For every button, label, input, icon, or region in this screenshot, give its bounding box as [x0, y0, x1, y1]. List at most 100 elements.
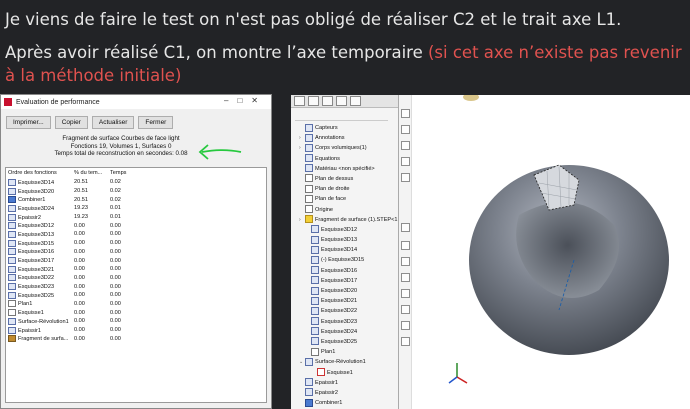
feature-name-cell: Esquisse3D22 — [6, 274, 72, 283]
plane-icon — [8, 309, 16, 317]
tree-filter[interactable] — [295, 110, 388, 121]
table-row[interactable]: Esquisse3D13 0.00 0.00 — [6, 230, 128, 239]
tab-display-manager[interactable] — [350, 96, 361, 106]
table-row[interactable]: Esquisse3D22 0.00 0.00 — [6, 274, 128, 283]
heads-up-toolbar-icon[interactable] — [463, 95, 479, 101]
time-cell: 0.00 — [110, 248, 121, 255]
tree-item[interactable]: ⌄ Surface-Révolution1 — [291, 357, 398, 367]
tree-item[interactable]: Esquisse3D24 — [291, 327, 398, 337]
feature-name-cell: Esquisse3D13 — [6, 230, 72, 239]
tree-item[interactable]: Plan1 — [291, 347, 398, 357]
column-header[interactable]: Ordre des fonctions — [6, 168, 72, 178]
model-viewport[interactable] — [399, 95, 690, 409]
tree-item[interactable]: Epaissir2 — [291, 388, 398, 398]
close-button[interactable]: Fermer — [138, 116, 174, 129]
feature-name: Fragment de surfa... — [18, 336, 69, 343]
print-button[interactable]: Imprimer... — [6, 116, 51, 129]
tree-item[interactable]: Esquisse3D12 — [291, 225, 398, 235]
table-row[interactable]: Combiner1 20.51 0.02 — [6, 195, 128, 204]
feature-name-cell: Epaissir2 — [6, 213, 72, 222]
tree-item[interactable]: Epaissir1 — [291, 378, 398, 388]
tree-item-label: Annotations — [315, 135, 345, 142]
feature-time-list[interactable]: Ordre des fonctions % du tem... Temps Es… — [5, 167, 267, 403]
tree-item[interactable]: Equations — [291, 154, 398, 164]
tab-configurationmanager[interactable] — [322, 96, 333, 106]
tree-item[interactable]: Esquisse3D21 — [291, 296, 398, 306]
feature-name-cell: Esquisse3D21 — [6, 265, 72, 274]
feature-name-cell: Esquisse3D12 — [6, 221, 72, 230]
tree-item[interactable]: Plan de face — [291, 194, 398, 204]
tab-propertymanager[interactable] — [308, 96, 319, 106]
tab-featuremanager[interactable] — [294, 96, 305, 106]
sketch-icon — [8, 239, 16, 247]
feature-name: Esquisse3D13 — [18, 231, 55, 238]
graphics-area[interactable] — [399, 95, 690, 409]
tab-dimxpert[interactable] — [336, 96, 347, 106]
table-row[interactable]: Plan1 0.00 0.00 — [6, 300, 128, 309]
tree-item[interactable]: Esquisse3D14 — [291, 245, 398, 255]
window-controls[interactable]: –□✕ — [224, 96, 267, 105]
tree-item[interactable]: Esquisse3D13 — [291, 235, 398, 245]
feature-name: Epaissir1 — [18, 327, 42, 334]
table-row[interactable]: Esquisse3D15 0.00 0.00 — [6, 239, 128, 248]
copy-button[interactable]: Copier — [54, 116, 88, 129]
tree-item-label: Esquisse3D23 — [321, 318, 358, 325]
percent-cell: 0.00 — [74, 266, 85, 273]
table-row[interactable]: Esquisse1 0.00 0.00 — [6, 308, 128, 317]
tree-item-label: Esquisse3D16 — [321, 267, 358, 274]
tree-item[interactable]: Esquisse3D20 — [291, 286, 398, 296]
sketch-icon — [311, 296, 319, 305]
tree-item-label: Epaissir2 — [315, 389, 339, 396]
percent-cell: 20.51 — [74, 179, 88, 186]
tree-item[interactable]: Capteurs — [291, 123, 398, 133]
sketch-icon — [311, 276, 319, 285]
manager-tabs — [291, 95, 398, 108]
time-cell: 0.00 — [110, 257, 121, 264]
table-row[interactable]: Esquisse3D21 0.00 0.00 — [6, 265, 128, 274]
time-cell: 0.00 — [110, 300, 121, 307]
table-row[interactable]: Fragment de surfa... 0.00 0.00 — [6, 334, 128, 343]
table-row[interactable]: Esquisse3D12 0.00 0.00 — [6, 221, 128, 230]
tree-item[interactable]: Esquisse1 — [291, 368, 398, 378]
tree-item-label: Esquisse3D24 — [321, 328, 358, 335]
tree-item[interactable]: Esquisse3D22 — [291, 306, 398, 316]
tree-item-label: Esquisse3D12 — [321, 226, 358, 233]
table-row[interactable]: Epaissir2 19.23 0.01 — [6, 213, 128, 222]
tree-item[interactable]: Esquisse3D17 — [291, 276, 398, 286]
tree-item[interactable]: Plan de droite — [291, 184, 398, 194]
tree-item[interactable]: Combiner1 — [291, 398, 398, 408]
table-row[interactable]: Esquisse3D24 19.23 0.01 — [6, 204, 128, 213]
sketch-icon — [8, 265, 16, 273]
tree-item[interactable]: › Annotations — [291, 133, 398, 143]
tree-item[interactable]: Origine — [291, 205, 398, 215]
plane-icon — [305, 174, 313, 183]
column-header[interactable]: Temps — [108, 168, 128, 178]
feature-name: Esquisse3D20 — [18, 188, 55, 195]
refresh-button[interactable]: Actualiser — [91, 116, 135, 129]
table-row[interactable]: Esquisse3D25 0.00 0.00 — [6, 291, 128, 300]
percent-cell: 20.51 — [74, 188, 88, 195]
tree-item[interactable]: › Corps volumiques(1) — [291, 143, 398, 153]
table-row[interactable]: Esquisse3D20 20.51 0.02 — [6, 187, 128, 196]
table-row[interactable]: Surface-Révolution1 0.00 0.00 — [6, 317, 128, 326]
sketch-icon — [311, 255, 319, 264]
table-row[interactable]: Esquisse3D16 0.00 0.00 — [6, 248, 128, 257]
feature-name-cell: Esquisse3D23 — [6, 282, 72, 291]
table-row[interactable]: Esquisse3D17 0.00 0.00 — [6, 256, 128, 265]
plane-icon — [305, 184, 313, 193]
sketch-icon — [8, 213, 16, 221]
tree-item[interactable]: › Fragment de surface (1).STEP<1 — [291, 215, 398, 225]
percent-cell: 0.00 — [74, 292, 85, 299]
tree-item[interactable]: Esquisse3D16 — [291, 266, 398, 276]
table-row[interactable]: Esquisse3D14 20.51 0.02 — [6, 178, 128, 187]
tree-item[interactable]: (-) Esquisse3D15 — [291, 255, 398, 265]
tree-item[interactable]: Esquisse3D25 — [291, 337, 398, 347]
table-row[interactable]: Esquisse3D23 0.00 0.00 — [6, 282, 128, 291]
tree-item[interactable]: Matériau <non spécifié> — [291, 164, 398, 174]
tree-item[interactable]: Plan de dessus — [291, 174, 398, 184]
tree-item[interactable]: Esquisse3D23 — [291, 317, 398, 327]
feature-name: Esquisse1 — [18, 310, 44, 317]
table-row[interactable]: Epaissir1 0.00 0.00 — [6, 326, 128, 335]
time-cell: 0.00 — [110, 309, 121, 316]
column-header[interactable]: % du tem... — [72, 168, 108, 178]
